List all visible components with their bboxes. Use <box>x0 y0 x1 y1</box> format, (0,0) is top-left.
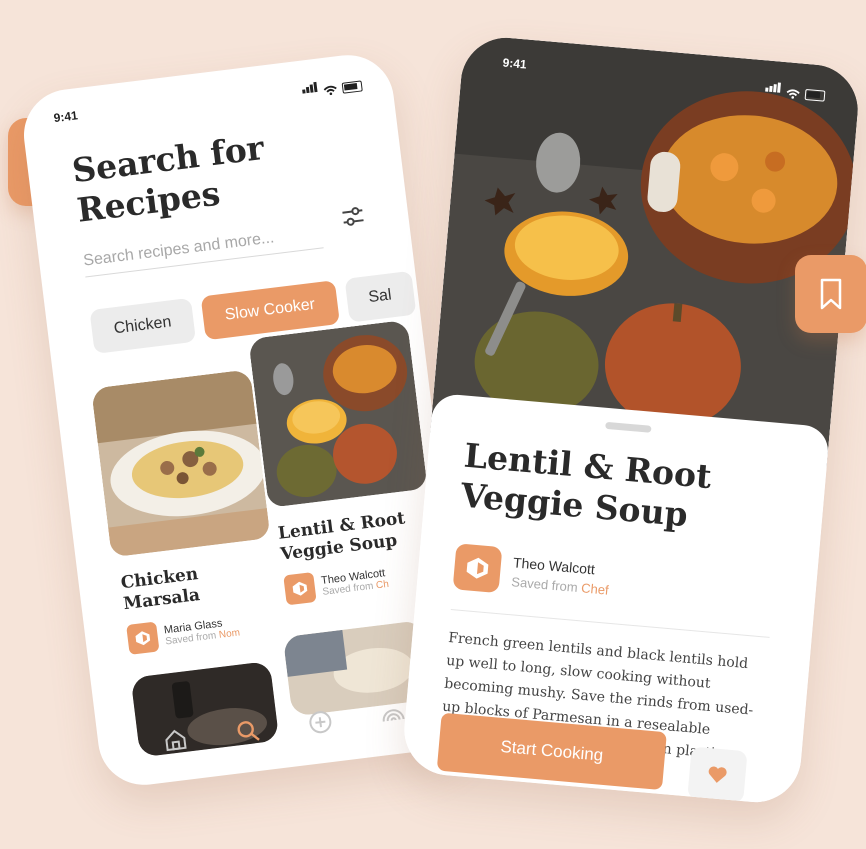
heart-icon <box>708 766 727 783</box>
filter-button[interactable] <box>339 202 368 231</box>
saved-from: Saved from Chef <box>510 573 610 598</box>
card-title: Chicken Marsala <box>119 564 202 615</box>
add-icon[interactable] <box>305 708 334 737</box>
battery-icon <box>341 80 363 94</box>
favorite-button[interactable] <box>687 746 748 804</box>
card-author: Maria Glass Saved from Nom <box>126 607 277 655</box>
card-author: Theo Walcott Saved from Ch <box>283 558 434 606</box>
hexagon-logo-icon <box>466 557 489 579</box>
status-time: 9:41 <box>502 55 528 72</box>
chicken-marsala-image <box>91 369 271 558</box>
recipe-sheet: Lentil & Root Veggie Soup Theo Walcott S… <box>400 392 831 806</box>
chip-salad[interactable]: Sal <box>344 270 417 323</box>
signal-icon <box>765 78 783 97</box>
signal-icon <box>301 79 319 99</box>
avatar <box>283 571 317 606</box>
search-input[interactable] <box>81 217 324 278</box>
avatar <box>126 621 160 655</box>
hexagon-logo-icon <box>292 581 308 596</box>
recipe-author: Theo Walcott Saved from Chef <box>452 543 612 602</box>
lentil-soup-image <box>248 319 428 508</box>
recipe-detail-screen: 9:41 Lentil & Root Veggie Soup Theo Walc… <box>400 34 862 806</box>
rainbow-icon[interactable] <box>378 699 407 728</box>
bookmark-icon <box>820 278 842 310</box>
sheet-handle[interactable] <box>605 421 652 433</box>
search-icon[interactable] <box>233 717 262 746</box>
status-icons <box>301 73 363 98</box>
hexagon-logo-icon <box>135 631 151 646</box>
wifi-icon <box>323 85 337 96</box>
chip-chicken[interactable]: Chicken <box>89 297 196 354</box>
card-title: Lentil & Root Veggie Soup <box>276 508 407 565</box>
home-icon[interactable] <box>160 726 189 755</box>
sliders-icon <box>342 207 364 226</box>
status-time: 9:41 <box>52 108 79 126</box>
recipe-title: Lentil & Root Veggie Soup <box>459 435 714 535</box>
avatar <box>452 543 503 594</box>
page-title: Search for Recipes <box>69 127 267 230</box>
search-screen: 9:41 Search for Recipes Chicken Slow Coo… <box>18 49 474 791</box>
recipe-card-lentil-soup[interactable]: Lentil & Root Veggie Soup Theo Walcott S… <box>248 319 444 637</box>
bookmark-button[interactable] <box>795 255 866 333</box>
battery-icon <box>804 88 826 102</box>
wifi-icon <box>786 89 800 99</box>
